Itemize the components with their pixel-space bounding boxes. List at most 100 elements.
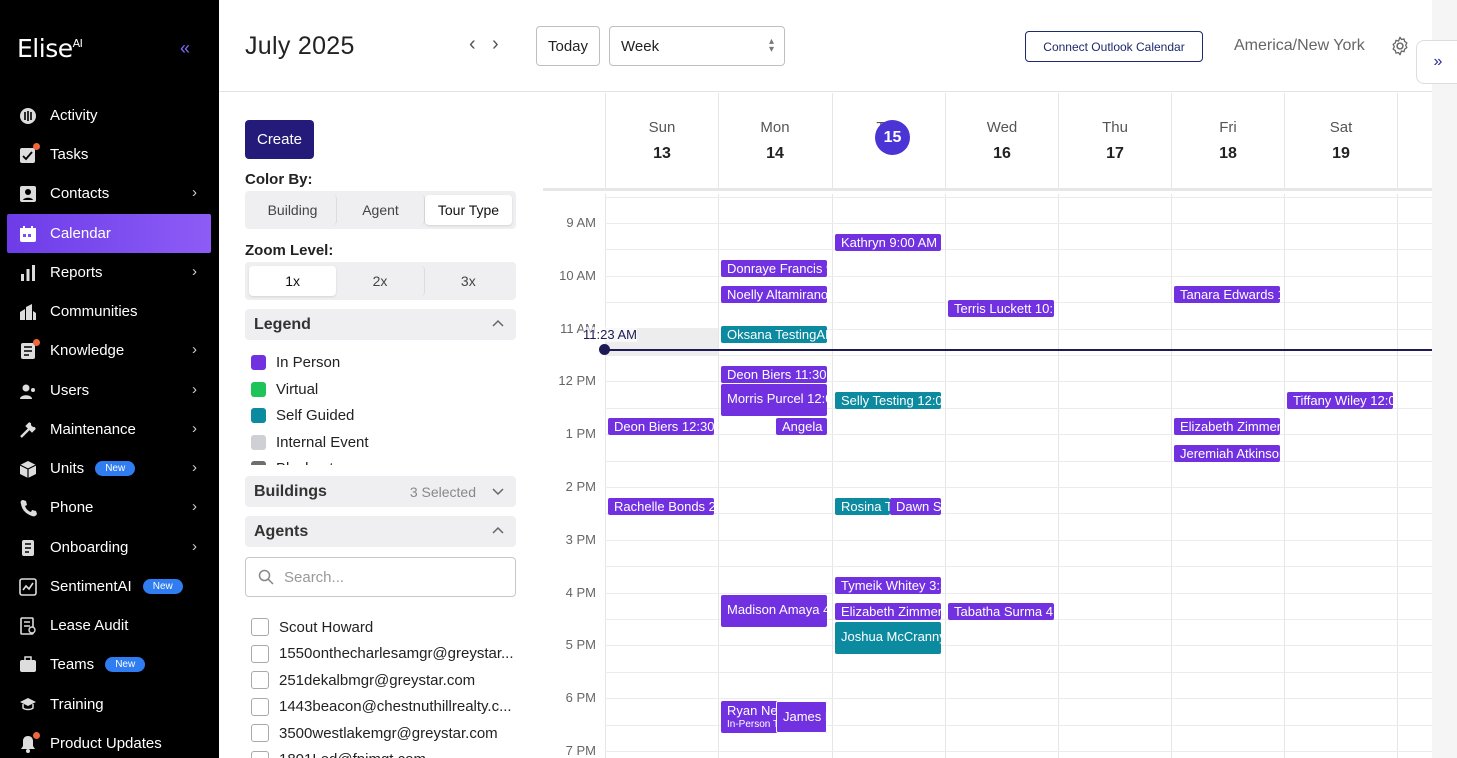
calendar-event[interactable]: Tanara Edwards 10:00 AM	[1174, 286, 1280, 303]
zoom-option-1x[interactable]: 1x	[249, 266, 337, 296]
previous-week-icon[interactable]: ‹	[469, 33, 476, 56]
agent-filter-item[interactable]: 251dekalbmgr@greystar.com	[251, 671, 475, 689]
agent-filter-item[interactable]: 1443beacon@chestnuthillrealty.c...	[251, 697, 512, 716]
agent-checkbox[interactable]	[251, 671, 269, 689]
calendar-event[interactable]: Elizabeth Zimmerman 12:30 PM	[1174, 418, 1280, 435]
agent-filter-item[interactable]: 1801Led@fpimgt.com	[251, 750, 426, 758]
day-column-divider	[1284, 194, 1285, 758]
elise-logo[interactable]: EliseAI	[17, 34, 83, 63]
sidebar-item-units[interactable]: Units New ›	[7, 449, 211, 488]
calendar-event[interactable]: Oksana TestingAI 11:00 AM	[721, 326, 827, 343]
day-column-divider	[945, 194, 946, 758]
calendar-event[interactable]: Selly Testing 12:00 PM	[835, 392, 941, 409]
sidebar-item-training[interactable]: Training	[7, 685, 211, 724]
connect-outlook-button[interactable]: Connect Outlook Calendar	[1025, 31, 1203, 62]
event-title: Angela	[782, 419, 823, 434]
agent-checkbox[interactable]	[251, 618, 269, 636]
calendar-event[interactable]: Terris Luckett 10:15 AM	[948, 300, 1054, 317]
zoom-option-3x[interactable]: 3x	[425, 266, 512, 296]
timezone-label[interactable]: America/New York	[1234, 37, 1365, 55]
collapse-sidebar-icon[interactable]: «	[180, 38, 190, 59]
color-by-option-tour-type[interactable]: Tour Type	[425, 195, 512, 225]
calendar-event[interactable]: Elizabeth Zimmerman 4:00 PM	[835, 603, 941, 620]
day-number: 14	[766, 145, 784, 162]
sidebar-item-reports[interactable]: Reports ›	[7, 253, 211, 292]
calendar-event[interactable]: Noelly Altamirano 10:00 AM	[721, 286, 827, 303]
sidebar-item-sentimentai[interactable]: SentimentAI New	[7, 567, 211, 606]
agent-filter-item[interactable]: 3500westlakemgr@greystar.com	[251, 724, 498, 742]
sidebar-item-label: Tasks	[50, 146, 89, 163]
today-button[interactable]: Today	[536, 26, 600, 66]
calendar-event[interactable]: Joshua McCranny 4:30 PM	[835, 622, 941, 654]
sidebar-item-product-updates[interactable]: Product Updates	[7, 724, 211, 758]
day-column-header-wed[interactable]: Wed 16	[945, 93, 1058, 191]
sidebar-item-knowledge[interactable]: Knowledge ›	[7, 331, 211, 370]
time-slot-line	[605, 645, 1432, 646]
calendar-grid[interactable]: 9 AM 10 AM 11 AM 12 PM 1 PM 2 PM 3 PM 4 PM 5 PM 6…	[543, 194, 1432, 758]
event-title: Kathryn 9:00 AM	[841, 235, 938, 250]
agent-filter-item[interactable]: 1550onthecharlesamgr@greystar...	[251, 644, 514, 663]
chevron-up-icon	[492, 526, 504, 534]
expand-panel-icon[interactable]: »	[1416, 40, 1457, 84]
calendar-event[interactable]: Deon Biers 11:30 AM	[721, 366, 827, 383]
calendar-event[interactable]: Rachelle Bonds 2:00 PM	[608, 498, 714, 515]
sidebar-item-lease-audit[interactable]: Lease Audit	[7, 606, 211, 645]
sidebar-item-onboarding[interactable]: Onboarding ›	[7, 528, 211, 567]
view-select[interactable]: Week ▴ ▾	[609, 26, 785, 66]
agent-checkbox[interactable]	[251, 697, 269, 716]
sidebar-item-communities[interactable]: Communities	[7, 292, 211, 331]
event-title: Jeremiah Atkinson 1:00 PM	[1180, 446, 1280, 461]
legend-swatch	[251, 381, 266, 397]
day-column-divider	[605, 194, 606, 758]
next-week-icon[interactable]: ›	[492, 33, 499, 56]
zoom-option-2x[interactable]: 2x	[336, 266, 425, 296]
calendar-event[interactable]: Angela	[776, 418, 827, 435]
calendar-event[interactable]: Dawn S	[890, 498, 941, 515]
agents-accordion[interactable]: Agents	[245, 516, 516, 547]
legend-accordion[interactable]: Legend	[245, 309, 516, 340]
legend-label: Internal Event	[276, 433, 369, 451]
calendar-event[interactable]: James P	[776, 701, 827, 733]
users-icon	[19, 382, 37, 400]
buildings-accordion[interactable]: Buildings 3 Selected	[245, 476, 516, 507]
color-by-option-building[interactable]: Building	[249, 195, 337, 225]
day-column-header-fri[interactable]: Fri 18	[1171, 93, 1284, 191]
calendar-event[interactable]: Tiffany Wiley 12:00 PM	[1287, 392, 1393, 409]
agent-checkbox[interactable]	[251, 644, 269, 663]
agent-filter-item[interactable]: Scout Howard	[251, 618, 373, 636]
calendar-event[interactable]: Kathryn 9:00 AM	[835, 234, 941, 251]
agent-checkbox[interactable]	[251, 750, 269, 758]
create-button[interactable]: Create	[245, 120, 314, 159]
calendar-event[interactable]: Jeremiah Atkinson 1:00 PM	[1174, 445, 1280, 462]
sidebar-item-phone[interactable]: Phone ›	[7, 488, 211, 527]
event-title: Tymeik Whitey 3:30 PM	[841, 578, 941, 593]
calendar-event[interactable]: Tabatha Surma 4:00 PM	[948, 603, 1054, 620]
event-title: Deon Biers 11:30 AM	[727, 367, 827, 382]
time-slot-line	[605, 249, 1432, 250]
color-by-option-agent[interactable]: Agent	[337, 195, 425, 225]
calendar-event[interactable]: Morris Purcel 12:00 PM	[721, 384, 827, 416]
agent-checkbox[interactable]	[251, 724, 269, 742]
calendar-event[interactable]: Deon Biers 12:30 PM	[608, 418, 714, 435]
sidebar-item-tasks[interactable]: Tasks	[7, 135, 211, 174]
sidebar-item-calendar[interactable]: Calendar	[7, 214, 211, 253]
day-column-extra	[1397, 93, 1432, 191]
day-column-header-sat[interactable]: Sat 19	[1284, 93, 1397, 191]
buildings-selected-count: 3 Selected	[409, 483, 476, 500]
sidebar-item-contacts[interactable]: Contacts ›	[7, 174, 211, 213]
day-column-header-thu[interactable]: Thu 17	[1058, 93, 1171, 191]
day-column-header-sun[interactable]: Sun 13	[605, 93, 718, 191]
calendar-event[interactable]: Tymeik Whitey 3:30 PM	[835, 577, 941, 594]
calendar-event[interactable]: Rosina T	[835, 498, 890, 515]
calendar-event[interactable]: Donraye Francis 9:30 AM	[721, 260, 827, 277]
day-column-header-mon[interactable]: Mon 14	[718, 93, 831, 191]
sidebar-item-activity[interactable]: Activity	[7, 96, 211, 135]
sidebar-item-label: Users	[50, 382, 90, 399]
calendar-event[interactable]: Madison Amaya 4:00 PM	[721, 595, 827, 627]
sidebar-item-maintenance[interactable]: Maintenance ›	[7, 410, 211, 449]
sidebar-item-teams[interactable]: Teams New	[7, 645, 211, 684]
agent-search-input[interactable]	[284, 568, 504, 586]
gear-icon[interactable]	[1389, 35, 1411, 57]
sidebar-item-users[interactable]: Users ›	[7, 371, 211, 410]
day-column-header-tue[interactable]: Tue15	[832, 93, 945, 191]
